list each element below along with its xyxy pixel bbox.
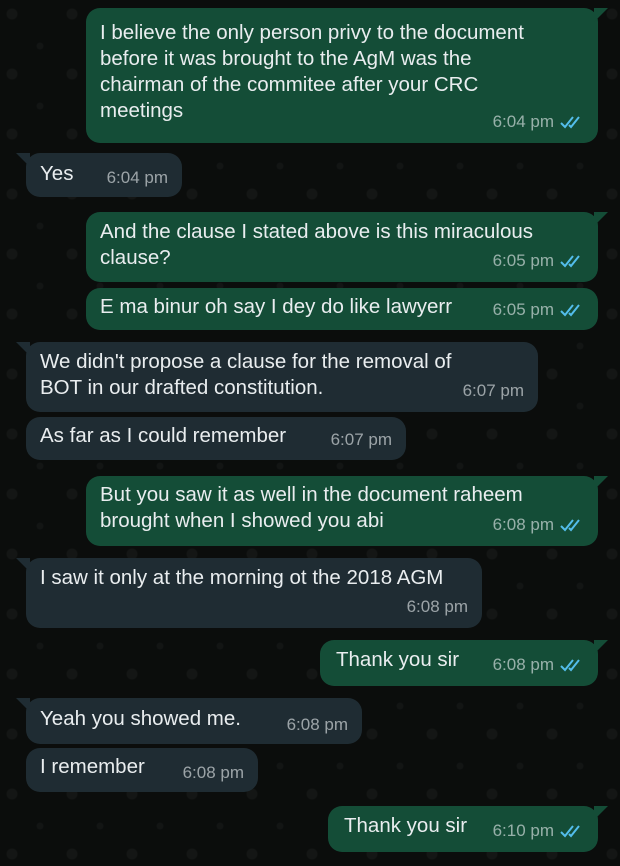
message-meta: 6:07 pm <box>463 378 524 404</box>
double-check-icon <box>560 304 580 317</box>
message-incoming[interactable]: We didn't propose a clause for the remov… <box>16 342 538 412</box>
message-outgoing[interactable]: Thank you sir 6:10 pm <box>328 806 608 852</box>
message-meta: 6:05 pm <box>493 297 584 323</box>
message-meta: 6:08 pm <box>493 652 584 678</box>
message-time: 6:04 pm <box>492 112 554 131</box>
bubble-tail <box>594 640 608 654</box>
message-time: 6:08 pm <box>406 597 468 616</box>
message-meta: 6:04 pm <box>493 109 584 135</box>
message-time: 6:08 pm <box>492 515 554 534</box>
message-meta: 6:08 pm <box>183 760 244 786</box>
double-check-icon <box>560 825 580 838</box>
message-time: 6:05 pm <box>492 251 554 270</box>
message-text: I saw it only at the morning ot the 2018… <box>40 566 444 589</box>
message-incoming[interactable]: As far as I could remember 6:07 pm <box>26 417 406 460</box>
message-incoming[interactable]: Yes 6:04 pm <box>16 153 182 197</box>
double-check-icon <box>560 659 580 672</box>
message-outgoing[interactable]: But you saw it as well in the document r… <box>86 476 608 546</box>
message-time: 6:04 pm <box>106 168 168 187</box>
message-time: 6:10 pm <box>492 821 554 840</box>
message-time: 6:05 pm <box>492 300 554 319</box>
message-meta: 6:10 pm <box>493 818 584 844</box>
message-time: 6:08 pm <box>286 715 348 734</box>
bubble-tail <box>594 212 608 226</box>
message-meta: 6:04 pm <box>107 165 168 191</box>
bubble-tail <box>594 806 608 820</box>
message-time: 6:08 pm <box>182 763 244 782</box>
message-outgoing[interactable]: And the clause I stated above is this mi… <box>86 212 608 282</box>
message-time: 6:07 pm <box>330 430 392 449</box>
double-check-icon <box>560 116 580 129</box>
message-meta: 6:07 pm <box>331 427 392 453</box>
message-incoming[interactable]: I saw it only at the morning ot the 2018… <box>16 558 482 628</box>
bubble-tail <box>594 8 608 22</box>
bubble-tail <box>16 153 30 167</box>
bubble-tail <box>16 342 30 356</box>
double-check-icon <box>560 519 580 532</box>
message-outgoing[interactable]: I believe the only person privy to the d… <box>86 8 608 143</box>
message-outgoing[interactable]: E ma binur oh say I dey do like lawyerr … <box>86 288 598 330</box>
double-check-icon <box>560 255 580 268</box>
message-meta: 6:08 pm <box>493 512 584 538</box>
bubble-tail <box>16 698 30 712</box>
message-time: 6:08 pm <box>492 655 554 674</box>
message-meta: 6:08 pm <box>287 712 348 738</box>
message-meta: 6:05 pm <box>493 248 584 274</box>
message-time: 6:07 pm <box>462 381 524 400</box>
message-text: We didn't propose a clause for the remov… <box>40 350 452 399</box>
message-outgoing[interactable]: Thank you sir 6:08 pm <box>320 640 608 686</box>
bubble-tail <box>594 476 608 490</box>
message-meta: 6:08 pm <box>407 594 468 620</box>
message-incoming[interactable]: I remember 6:08 pm <box>26 748 258 792</box>
message-incoming[interactable]: Yeah you showed me. 6:08 pm <box>16 698 362 744</box>
bubble-tail <box>16 558 30 572</box>
